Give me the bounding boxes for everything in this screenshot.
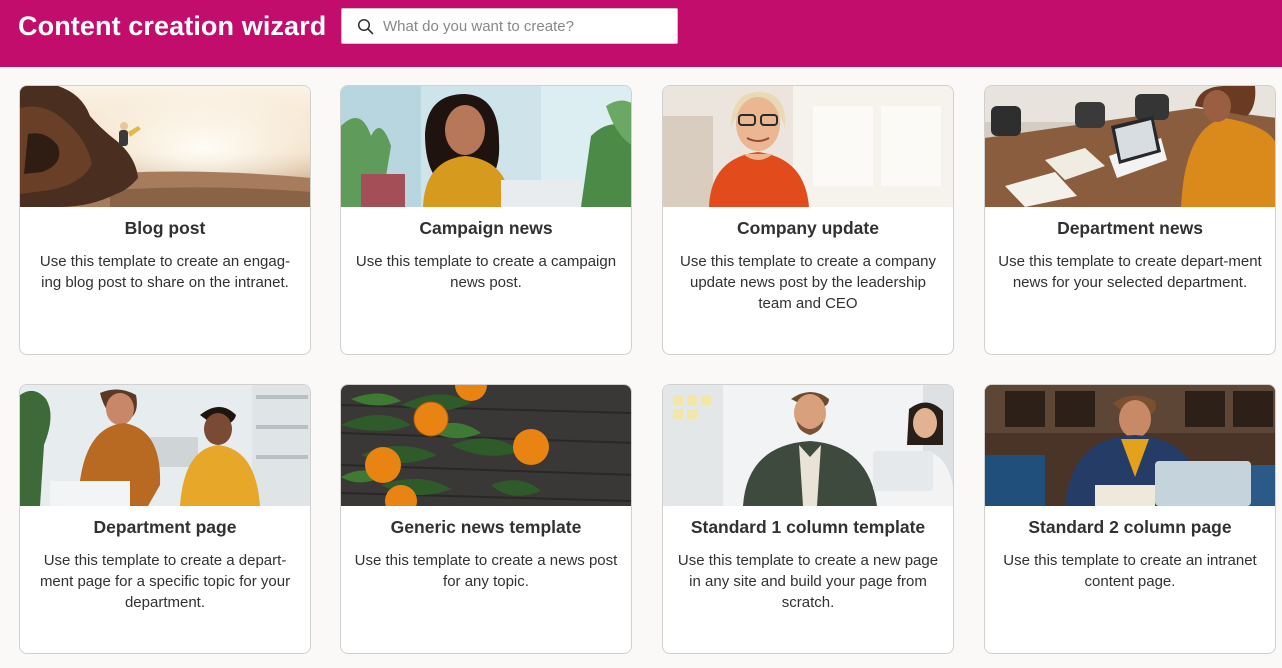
card-description: Use this template to create a new page i… <box>677 552 939 611</box>
template-card-blog-post[interactable]: Blog post Use this template to create an… <box>19 85 311 355</box>
card-title: Generic news template <box>390 517 582 537</box>
template-card-campaign-news[interactable]: Campaign news Use this template to creat… <box>340 85 632 355</box>
card-title: Campaign news <box>419 218 553 238</box>
card-image-man-writing <box>985 385 1275 506</box>
card-description: Use this template to create a news post … <box>354 552 618 590</box>
template-card-standard-2-column[interactable]: Standard 2 column page Use this template… <box>984 384 1276 654</box>
app-title: Content creation wizard <box>18 11 327 41</box>
card-image-woman-laptop <box>341 86 631 207</box>
template-card-department-page[interactable]: Department page Use this template to cre… <box>19 384 311 654</box>
template-card-generic-news[interactable]: Generic news template Use this template … <box>340 384 632 654</box>
card-image-smiling-team <box>663 385 953 506</box>
template-card-company-update[interactable]: Company update Use this template to crea… <box>662 85 954 355</box>
app-header: Content creation wizard <box>0 0 1282 67</box>
card-description: Use this template to create an engag-ing… <box>39 253 291 291</box>
card-image-desk-laptop <box>985 86 1275 207</box>
card-title: Company update <box>737 218 879 238</box>
card-title: Department news <box>1057 218 1203 238</box>
card-image-smiling-executive <box>663 86 953 207</box>
card-image-cliff-climbers <box>20 86 310 207</box>
card-description: Use this template to create depart-ment … <box>998 253 1262 291</box>
card-image-two-colleagues <box>20 385 310 506</box>
card-title: Department page <box>93 517 237 537</box>
card-title: Blog post <box>124 218 206 238</box>
card-description: Use this template to create an intranet … <box>1003 552 1257 590</box>
card-image-oranges <box>341 385 631 506</box>
template-card-standard-1-column[interactable]: Standard 1 column template Use this temp… <box>662 384 954 654</box>
card-description: Use this template to create a campaign n… <box>355 253 617 291</box>
card-title: Standard 2 column page <box>1028 517 1232 537</box>
search-icon <box>356 17 374 35</box>
card-title: Standard 1 column template <box>690 517 926 537</box>
card-description: Use this template to create a depart-men… <box>39 552 291 611</box>
search-input[interactable] <box>383 17 663 35</box>
search-box[interactable] <box>341 8 678 44</box>
card-description: Use this template to create a company up… <box>680 253 936 312</box>
template-card-department-news[interactable]: Department news Use this template to cre… <box>984 85 1276 355</box>
